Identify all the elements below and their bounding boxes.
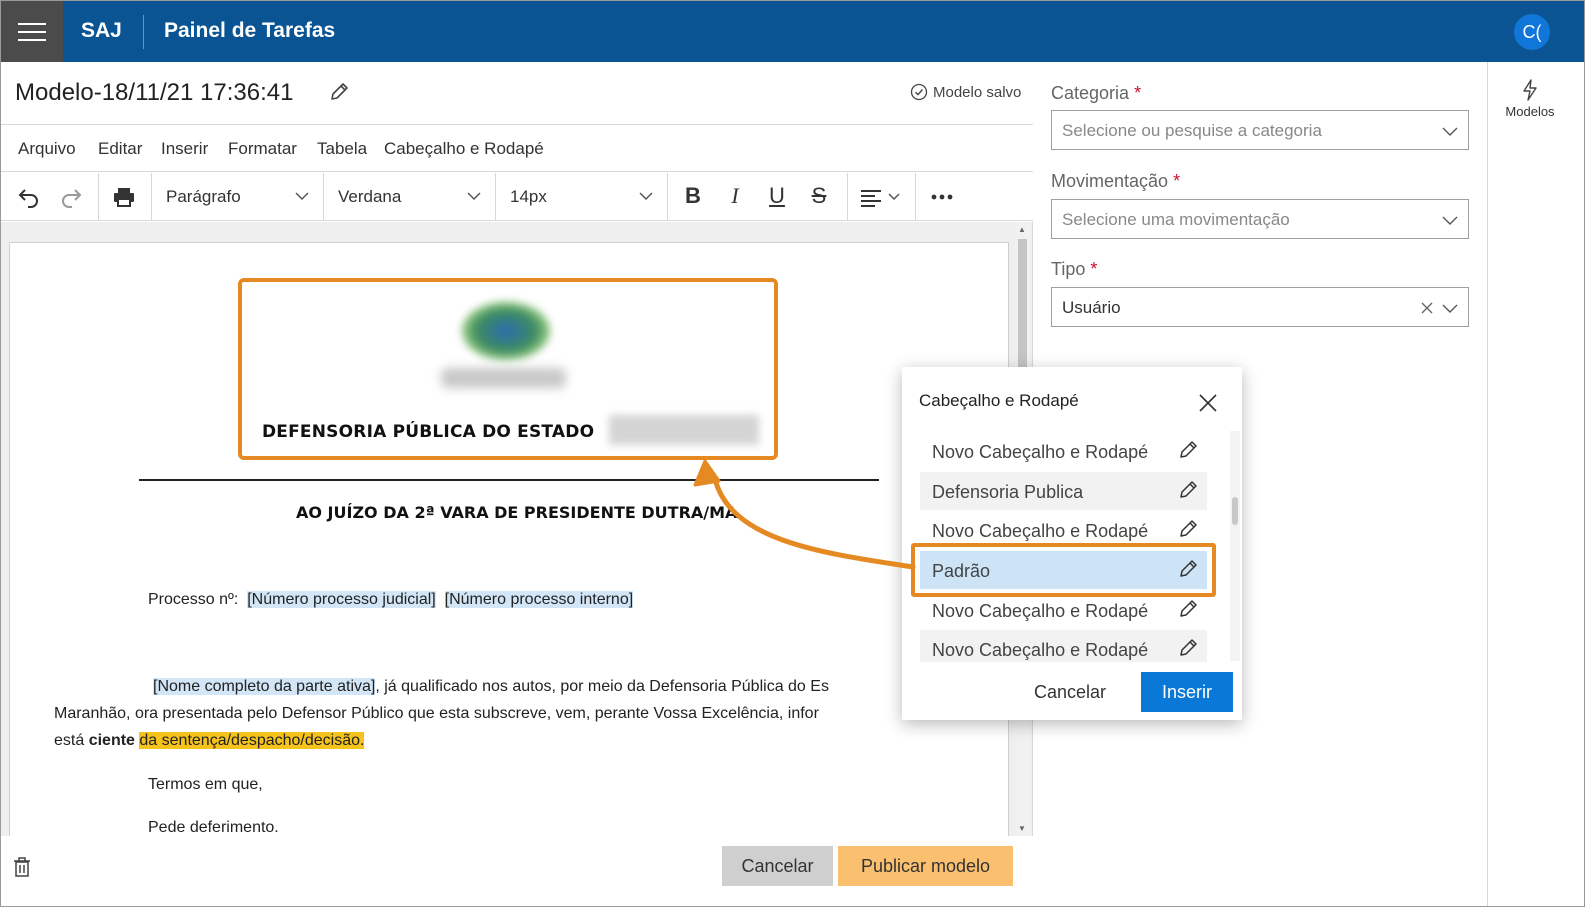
categoria-placeholder: Selecione ou pesquise a categoria — [1062, 121, 1322, 140]
paragraph-line-1: [Nome completo da parte ativa], já quali… — [153, 678, 829, 696]
chevron-down-icon — [639, 192, 653, 201]
dialog-item-label: Novo Cabeçalho e Rodapé — [932, 601, 1149, 621]
highlighted-decision-text: da sentença/despacho/decisão. — [139, 732, 365, 749]
menu-formatar[interactable]: Formatar — [228, 139, 297, 159]
pencil-icon[interactable] — [329, 82, 349, 102]
check-circle-icon — [910, 83, 928, 101]
page-title: Painel de Tarefas — [164, 19, 336, 42]
document-title: Modelo-18/11/21 17:36:41 — [15, 79, 294, 106]
placeholder-party[interactable]: [Nome completo da parte ativa] — [153, 678, 376, 695]
dialog-item-label: Novo Cabeçalho e Rodapé — [932, 640, 1149, 660]
dialog-scrollbar-thumb[interactable] — [1232, 497, 1238, 525]
selection-highlight-box — [911, 543, 1216, 597]
placeholder-judicial[interactable]: [Número processo judicial] — [247, 591, 436, 608]
editor-toolbar: Parágrafo Verdana 14px B I U S — [1, 173, 1033, 221]
categoria-label: Categoria * — [1051, 83, 1142, 103]
editor-menubar: Arquivo Editar Inserir Formatar Tabela C… — [1, 124, 1033, 172]
save-status-label: Modelo salvo — [933, 83, 1022, 101]
font-select[interactable]: Verdana — [323, 173, 495, 221]
more-options-icon[interactable] — [929, 185, 955, 209]
clear-icon[interactable] — [1420, 301, 1434, 315]
side-strip-divider — [1487, 62, 1488, 906]
models-label: Modelos — [1505, 104, 1555, 119]
paragraph-3-start: está — [54, 732, 85, 749]
movimentacao-select[interactable]: Selecione uma movimentação — [1051, 199, 1469, 239]
underline-button[interactable]: U — [765, 183, 789, 209]
chevron-down-icon — [1442, 127, 1458, 136]
dialog-item-label: Novo Cabeçalho e Rodapé — [932, 442, 1149, 462]
closing-line-2: Pede deferimento. — [148, 819, 279, 836]
undo-icon[interactable] — [16, 185, 42, 209]
redo-icon[interactable] — [58, 185, 84, 209]
pencil-icon[interactable] — [1178, 440, 1198, 460]
print-icon[interactable] — [111, 185, 137, 209]
dialog-scrollbar[interactable] — [1230, 431, 1240, 661]
chevron-down-icon — [1442, 304, 1458, 313]
menu-tabela[interactable]: Tabela — [317, 139, 367, 159]
avatar[interactable]: C( — [1514, 14, 1550, 50]
chevron-down-icon — [295, 192, 309, 201]
tipo-select[interactable]: Usuário — [1051, 287, 1469, 327]
app-name[interactable]: SAJ — [81, 19, 122, 43]
paragraph-select[interactable]: Parágrafo — [151, 173, 323, 221]
top-bar: SAJ Painel de Tarefas C( — [1, 1, 1584, 62]
menu-editar[interactable]: Editar — [98, 139, 142, 159]
pencil-icon[interactable] — [1178, 599, 1198, 619]
dialog-list-item[interactable]: Novo Cabeçalho e Rodapé — [920, 630, 1207, 662]
movimentacao-placeholder: Selecione uma movimentação — [1062, 210, 1290, 229]
italic-button[interactable]: I — [723, 183, 747, 209]
lightning-icon — [1523, 79, 1537, 101]
paragraph-line-2: Maranhão, ora presentada pelo Defensor P… — [54, 705, 819, 722]
dialog-title: Cabeçalho e Rodapé — [919, 391, 1079, 410]
scroll-up-icon[interactable]: ▲ — [1018, 225, 1026, 234]
chevron-down-icon — [467, 192, 481, 201]
menu-icon[interactable] — [1, 1, 63, 62]
pencil-icon[interactable] — [1178, 519, 1198, 539]
scroll-down-icon[interactable]: ▼ — [1018, 824, 1026, 833]
paragraph-3-bold: ciente — [88, 732, 135, 749]
movimentacao-label: Movimentação * — [1051, 171, 1181, 191]
menu-arquivo[interactable]: Arquivo — [18, 139, 76, 159]
dialog-list-item[interactable]: Novo Cabeçalho e Rodapé — [920, 432, 1207, 470]
dialog-cancel-button[interactable]: Cancelar — [1019, 672, 1121, 712]
dialog-list-item[interactable]: Defensoria Publica — [920, 472, 1207, 510]
align-left-icon[interactable] — [859, 185, 905, 209]
publish-model-button[interactable]: Publicar modelo — [838, 846, 1013, 886]
save-status: Modelo salvo — [910, 83, 1021, 101]
strikethrough-button[interactable]: S — [807, 183, 831, 209]
paragraph-line-3: está ciente da sentença/despacho/decisão… — [54, 732, 365, 750]
cancel-button[interactable]: Cancelar — [722, 846, 833, 886]
chevron-down-icon — [1442, 216, 1458, 225]
dialog-item-label: Novo Cabeçalho e Rodapé — [932, 521, 1149, 541]
models-button[interactable]: Modelos — [1501, 79, 1559, 119]
header-divider-line — [139, 479, 879, 481]
dialog-item-label: Defensoria Publica — [932, 482, 1084, 502]
pencil-icon[interactable] — [1178, 480, 1198, 500]
tipo-label: Tipo * — [1051, 259, 1098, 279]
placeholder-internal[interactable]: [Número processo interno] — [444, 591, 634, 608]
court-line: AO JUÍZO DA 2ª VARA DE PRESIDENTE DUTRA/… — [296, 503, 738, 522]
font-size-select[interactable]: 14px — [495, 173, 667, 221]
header-highlight-box — [238, 278, 778, 460]
app-window: SAJ Painel de Tarefas C( Modelo-18/11/21… — [0, 0, 1585, 907]
closing-line-1: Termos em que, — [148, 776, 263, 793]
pencil-icon[interactable] — [1178, 638, 1198, 658]
close-icon[interactable] — [1197, 392, 1219, 414]
process-label: Processo nº: — [148, 591, 239, 608]
process-line: Processo nº: [Número processo judicial] … — [148, 591, 634, 609]
menu-inserir[interactable]: Inserir — [161, 139, 208, 159]
trash-icon[interactable] — [13, 857, 31, 877]
tipo-value: Usuário — [1062, 298, 1121, 317]
divider — [143, 15, 144, 49]
paragraph-1-text: , já qualificado nos autos, por meio da … — [375, 678, 829, 695]
menu-cabecalho-rodape[interactable]: Cabeçalho e Rodapé — [384, 139, 544, 159]
dialog-insert-button[interactable]: Inserir — [1141, 672, 1233, 712]
categoria-select[interactable]: Selecione ou pesquise a categoria — [1051, 110, 1469, 150]
bold-button[interactable]: B — [681, 183, 705, 209]
